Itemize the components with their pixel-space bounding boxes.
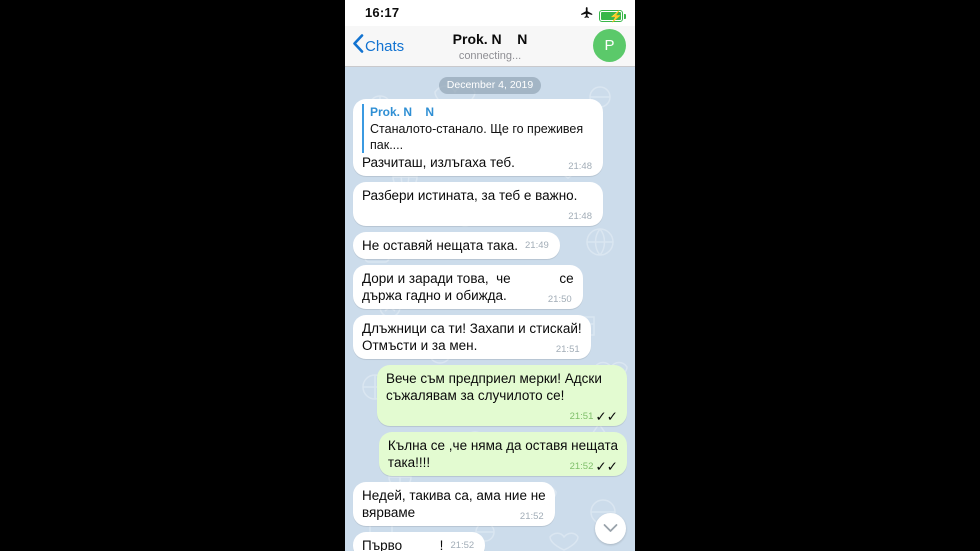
navigation-bar: Chats Prok. N N connecting... P	[345, 26, 635, 67]
chevron-down-icon	[603, 520, 618, 538]
message-meta: 21:50	[548, 291, 574, 308]
message-meta: 21:52	[520, 508, 546, 525]
chat-title: Prok. N N	[452, 31, 528, 47]
message-ticks: ✓✓	[595, 409, 618, 424]
message-text: Разчиташ, излъгаха теб.	[362, 155, 515, 170]
message-text: Не оставяй нещата така.	[362, 238, 519, 253]
status-bar: 16:17 ⚡	[345, 0, 635, 26]
message-bubble-incoming[interactable]: Разбери истината, за теб е важно. 21:48	[353, 182, 603, 226]
message-bubble-incoming[interactable]: Първо ! 21:52	[353, 532, 486, 551]
chevron-left-icon	[352, 34, 364, 58]
message-row: Дори и заради това, че се държа гадно и …	[345, 265, 635, 309]
message-meta: 21:52	[450, 537, 476, 551]
message-row: Вече съм предприел мерки! Адски съжалява…	[345, 365, 635, 426]
message-bubble-incoming[interactable]: Не оставяй нещата така. 21:49	[353, 232, 560, 259]
message-time: 21:52	[450, 540, 475, 551]
airplane-mode-icon	[580, 6, 594, 25]
scroll-to-bottom-button[interactable]	[595, 513, 626, 544]
message-bubble-incoming[interactable]: Недей, такива са, ама ние не вярваме 21:…	[353, 482, 555, 526]
message-row: Не оставяй нещата така. 21:49	[345, 232, 635, 259]
message-bubble-incoming[interactable]: Дори и заради това, че се държа гадно и …	[353, 265, 583, 309]
message-row: Длъжници са ти! Захапи и стискай! Отмъст…	[345, 315, 635, 359]
message-ticks: ✓✓	[595, 459, 618, 474]
message-bubble-incoming[interactable]: Prok. N N Станалото-станало. Ще го прежи…	[353, 99, 603, 176]
phone-viewport: 16:17 ⚡ Chats Prok. N N connecting... P …	[345, 0, 635, 551]
message-bubble-outgoing[interactable]: Вече съм предприел мерки! Адски съжалява…	[377, 365, 627, 426]
message-row: Кълна се ,че няма да оставя нещата така!…	[345, 432, 635, 476]
message-row: Prok. N N Станалото-станало. Ще го прежи…	[345, 99, 635, 176]
message-text: Вече съм предприел мерки! Адски съжалява…	[386, 371, 602, 403]
message-time: 21:48	[568, 161, 592, 172]
back-to-chats-button[interactable]: Chats	[352, 34, 404, 58]
message-meta: 21:51 ✓✓	[570, 408, 618, 425]
message-text: Недей, такива са, ама ние не вярваме	[362, 488, 546, 520]
avatar[interactable]: P	[593, 29, 626, 62]
message-meta: 21:51	[556, 341, 582, 358]
date-divider: December 4, 2019	[345, 75, 635, 94]
battery-charging-icon: ⚡	[599, 9, 626, 23]
message-row: Първо ! 21:52	[345, 532, 635, 551]
reply-quote-text: Станалото-станало. Ще го преживея пак...…	[370, 122, 584, 152]
message-text: Първо !	[362, 538, 444, 551]
message-bubble-incoming[interactable]: Длъжници са ти! Захапи и стискай! Отмъст…	[353, 315, 591, 359]
reply-quote-author: Prok. N N	[370, 105, 435, 119]
message-time: 21:49	[525, 240, 549, 251]
message-row: Недей, такива са, ама ние не вярваме 21:…	[345, 482, 635, 526]
message-meta: 21:48	[568, 208, 594, 225]
message-meta: 21:49	[525, 237, 551, 254]
message-time: 21:48	[568, 211, 592, 222]
message-text: Разбери истината, за теб е важно.	[362, 188, 578, 203]
message-text: Длъжници са ти! Захапи и стискай! Отмъст…	[362, 321, 582, 353]
message-list[interactable]: December 4, 2019 Prok. N N Станалото-ста…	[345, 67, 635, 551]
message-time: 21:52	[519, 511, 544, 522]
date-divider-label: December 4, 2019	[438, 77, 542, 94]
message-meta: 21:48	[568, 158, 594, 175]
reply-quote[interactable]: Prok. N N Станалото-станало. Ще го прежи…	[362, 104, 594, 153]
avatar-initial: P	[604, 37, 615, 54]
message-time: 21:51	[569, 411, 594, 422]
screenshot-root: 16:17 ⚡ Chats Prok. N N connecting... P …	[0, 0, 980, 551]
back-button-label: Chats	[365, 37, 405, 55]
message-time: 21:51	[555, 344, 580, 355]
message-time: 21:50	[547, 294, 572, 305]
status-bar-time: 16:17	[365, 5, 400, 20]
message-bubble-outgoing[interactable]: Кълна се ,че няма да оставя нещата така!…	[378, 432, 627, 476]
message-meta: 21:52 ✓✓	[570, 458, 618, 475]
message-time: 21:52	[569, 461, 594, 472]
status-bar-indicators: ⚡	[580, 6, 626, 25]
message-text: Дори и заради това, че се държа гадно и …	[362, 271, 574, 303]
message-row: Разбери истината, за теб е важно. 21:48	[345, 182, 635, 226]
